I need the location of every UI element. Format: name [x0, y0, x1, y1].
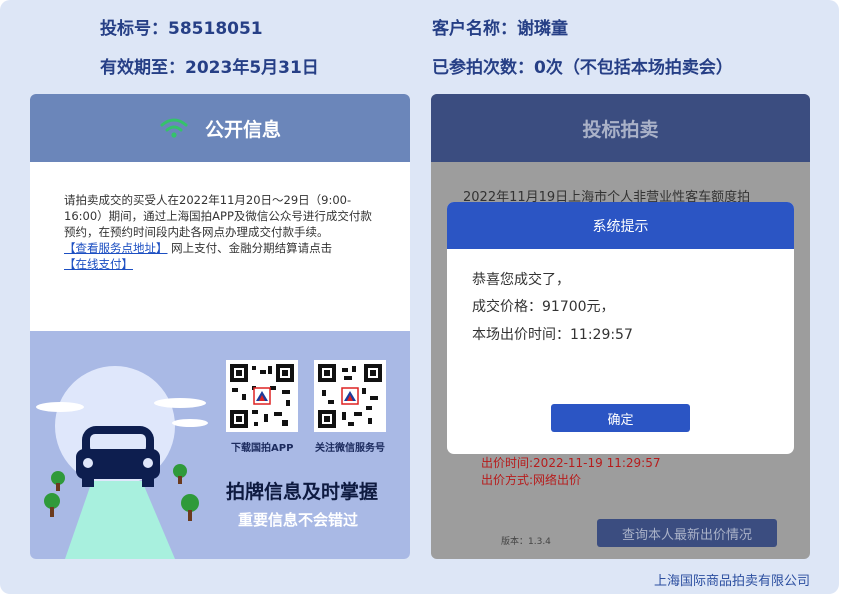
- dialog-message-time: 本场出价时间：11:29:57: [472, 327, 633, 343]
- promo-banner: 下载国拍APP 关注微信服务号 拍牌信息及时掌握 重要信息不会错过: [30, 331, 410, 559]
- public-info-panel: 公开信息 请拍卖成交的买受人在2022年11月20日～29日（9:00-16:0…: [30, 94, 410, 559]
- customer-name: 客户名称：谢璘童: [432, 19, 568, 39]
- bid-auction-title: 投标拍卖: [582, 118, 659, 141]
- dialog-title: 系统提示: [447, 202, 794, 249]
- service-location-link[interactable]: 【查看服务点地址】: [64, 241, 168, 255]
- promo-subslogan: 重要信息不会错过: [238, 511, 359, 529]
- wifi-icon: [160, 118, 188, 138]
- auction-count: 已参拍次数：0次（不包括本场拍卖会）: [432, 58, 733, 78]
- valid-until: 有效期至：2023年5月31日: [100, 58, 319, 78]
- dialog-message-congrats: 恭喜您成交了，: [472, 272, 570, 288]
- app-qr-label: 下载国拍APP: [231, 443, 294, 454]
- bid-number: 投标号：58518051: [100, 19, 263, 39]
- online-pay-link[interactable]: 【在线支付】: [64, 257, 133, 271]
- version-label: 版本：1.3.4: [501, 537, 551, 547]
- bid-method: 出价方式:网络出价: [481, 473, 582, 487]
- payment-hint-text: 网上支付、金融分期结算请点击: [171, 241, 333, 255]
- confirm-button[interactable]: 确定: [551, 404, 690, 432]
- public-info-title: 公开信息: [204, 118, 281, 141]
- bid-auction-header: 投标拍卖: [431, 94, 810, 162]
- company-name: 上海国际商品拍卖有限公司: [653, 574, 810, 589]
- wechat-qr-code: [314, 360, 386, 432]
- promo-slogan: 拍牌信息及时掌握: [226, 481, 379, 503]
- notice-text: 请拍卖成交的买受人在2022年11月20日～29日（9:00-16:00）期间，…: [64, 193, 372, 239]
- car-road-illustration: [36, 366, 208, 559]
- query-latest-bid-button[interactable]: 查询本人最新出价情况: [597, 519, 777, 547]
- bid-time: 出价时间:2022-11-19 11:29:57: [481, 456, 661, 470]
- system-prompt-dialog: 系统提示 恭喜您成交了， 成交价格：91700元， 本场出价时间：11:29:5…: [447, 202, 794, 454]
- app-qr-code: [226, 360, 298, 432]
- dialog-message-price: 成交价格：91700元，: [472, 299, 615, 315]
- wechat-qr-label: 关注微信服务号: [315, 443, 385, 454]
- public-info-header: 公开信息: [30, 94, 410, 162]
